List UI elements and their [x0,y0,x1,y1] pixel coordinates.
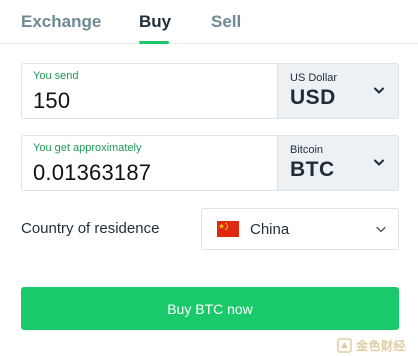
get-currency-code: BTC [290,158,335,181]
get-amount-box: You get approximately Bitcoin BTC [21,135,399,191]
tab-sell[interactable]: Sell [211,12,241,32]
send-currency-name: US Dollar [290,72,338,84]
tab-buy[interactable]: Buy [139,12,171,32]
get-currency-name: Bitcoin [290,144,324,156]
get-amount-field[interactable]: You get approximately [22,136,278,190]
active-tab-indicator [139,41,169,44]
watermark-logo-icon [337,337,352,353]
send-amount-label: You send [33,70,79,82]
get-amount-input[interactable] [33,160,263,186]
chevron-down-icon [376,226,386,233]
watermark-text: 金色财经 [356,338,407,353]
chevron-down-icon [374,159,384,166]
buy-widget: Exchange Buy Sell You send US Dollar USD… [0,0,418,356]
country-name: China [250,221,290,238]
tab-bar: Exchange Buy Sell [0,0,418,44]
get-amount-label: You get approximately [33,142,142,154]
china-flag-icon [217,221,239,237]
buy-btc-button[interactable]: Buy BTC now [21,287,399,330]
send-amount-box: You send US Dollar USD [21,63,399,119]
send-amount-field[interactable]: You send [22,64,278,118]
chevron-down-icon [374,87,384,94]
watermark: 金色财经 [337,336,406,354]
get-currency-select[interactable]: Bitcoin BTC [277,136,398,190]
send-currency-code: USD [290,86,336,109]
tab-exchange[interactable]: Exchange [21,12,101,32]
send-amount-input[interactable] [33,88,263,114]
country-select[interactable]: China [201,208,399,250]
send-currency-select[interactable]: US Dollar USD [277,64,398,118]
country-label: Country of residence [21,220,160,237]
